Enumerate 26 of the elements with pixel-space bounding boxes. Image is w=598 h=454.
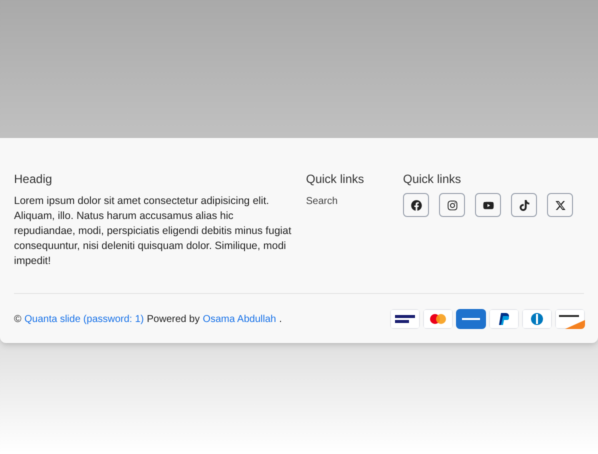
tiktok-icon: [518, 200, 530, 210]
author-link[interactable]: Osama Abdullah: [202, 312, 276, 326]
instagram-icon: [446, 200, 458, 210]
facebook-icon: [410, 200, 422, 210]
payment-card-icon: [522, 309, 552, 329]
footer-description: Lorem ipsum dolor sit amet consectetur adipisicing elit. Aliquam, illo. Natus harum accusamus alias hic repudiandae, modi, perspiciatis eligendi debitis minus fugiat consequuntur, nisi deleniti quisquam dolor. Similique, modi impedit!: [14, 194, 292, 269]
footer-heading: Quick links: [403, 171, 462, 188]
social-button[interactable]: [547, 193, 573, 217]
copyright-symbol: ©: [14, 312, 22, 326]
payment-card-icon: [456, 309, 486, 329]
period-text: .: [279, 312, 282, 326]
payment-card-icon: [390, 309, 420, 329]
social-button[interactable]: [439, 193, 465, 217]
social-button[interactable]: [475, 193, 501, 217]
site-link[interactable]: Quanta slide (password: 1): [24, 312, 144, 326]
payment-card-icon: [423, 309, 453, 329]
powered-by-text: Powered by: [146, 312, 200, 326]
payment-card-icon: [489, 309, 519, 329]
x-icon: [554, 200, 566, 210]
youtube-icon: [482, 200, 494, 210]
social-button[interactable]: [511, 193, 537, 217]
footer-link[interactable]: Search: [306, 194, 403, 209]
footer-heading: Quick links: [306, 171, 366, 188]
payment-card-icon: [555, 309, 585, 329]
footer-heading: Headig: [14, 171, 54, 188]
social-button[interactable]: [403, 193, 429, 217]
